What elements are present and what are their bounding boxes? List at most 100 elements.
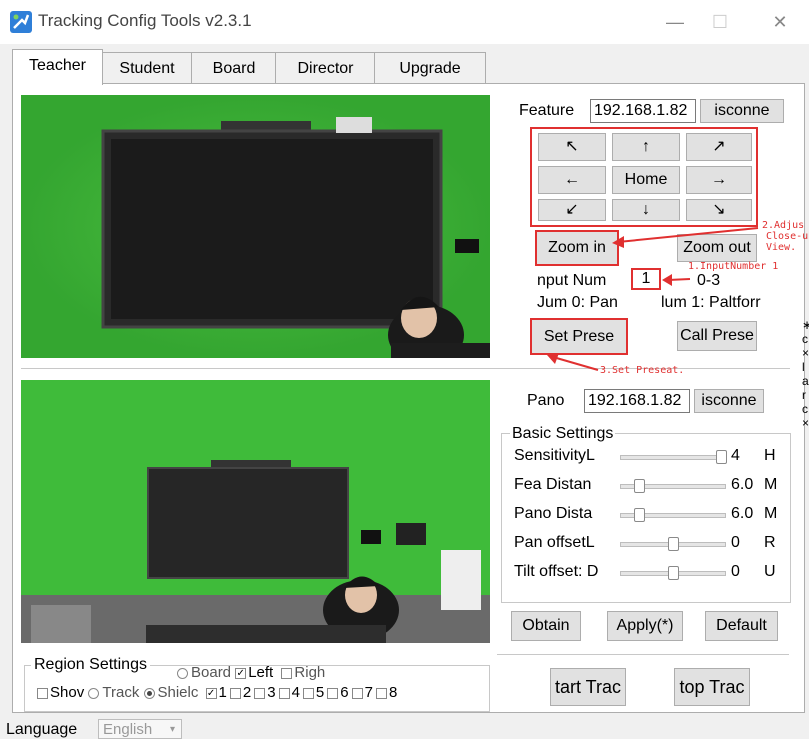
checkbox-icon (375, 687, 387, 699)
annotation-arrows (547, 227, 759, 371)
track-radio[interactable]: Track (88, 684, 139, 701)
edge-glyph: × (802, 416, 809, 430)
right-checkbox[interactable]: Righ (281, 664, 325, 681)
region-checkbox-2[interactable]: 2 (229, 684, 252, 701)
board-radio[interactable]: Board (177, 664, 231, 681)
shield-radio[interactable]: Shielc (143, 684, 199, 701)
slider-thumb[interactable] (634, 479, 646, 493)
region-number-checkboxes: ✓ 1 2 3 4 5 6 7 8 (203, 684, 398, 701)
region-number-label: 7 (364, 684, 373, 701)
setting-unit: R (764, 534, 776, 551)
basic-settings-title: Basic Settings (510, 425, 616, 443)
region-number-label: 8 (388, 684, 398, 701)
setting-slider[interactable] (620, 455, 726, 460)
language-select[interactable]: English ▾ (98, 719, 182, 739)
stop-tracking-button[interactable]: top Trac (674, 668, 750, 706)
region-number-label: 6 (340, 684, 349, 701)
default-button[interactable]: Default (705, 611, 778, 641)
language-value: English (103, 721, 153, 738)
region-number-label: 2 (242, 684, 252, 701)
left-checkbox[interactable]: ✓ Left (235, 664, 273, 681)
annotation-3: 3.Set Preseat. (600, 365, 685, 376)
radio-icon (177, 667, 188, 679)
pano-camera-view[interactable] (21, 380, 490, 643)
region-checkbox-3[interactable]: 3 (254, 684, 276, 701)
shield-label: Shielc (157, 684, 199, 701)
setting-label: SensitivityL (514, 447, 595, 464)
region-checkbox-5[interactable]: 5 (302, 684, 325, 701)
pano-label: Pano (527, 392, 565, 409)
arrow-preset (552, 356, 599, 371)
region-checkbox-7[interactable]: 7 (351, 684, 373, 701)
checkbox-checked-icon: ✓ (235, 667, 247, 679)
checkbox-icon (37, 687, 48, 699)
arrow-input-head (662, 274, 672, 286)
region-number-label: 1 (218, 684, 227, 701)
setting-value: 0 (731, 563, 740, 580)
region-checkbox-6[interactable]: 6 (327, 684, 349, 701)
setting-label: Pano Dista (514, 505, 593, 522)
setting-label: Tilt offset: D (514, 563, 599, 580)
checkbox-icon (281, 667, 293, 679)
pano-disconnect-button[interactable]: isconne (694, 389, 764, 413)
edge-glyph: a (802, 374, 809, 388)
chevron-down-icon: ▾ (169, 724, 175, 735)
show-label: Shov (50, 684, 85, 701)
region-number-label: 4 (291, 684, 300, 701)
checkbox-icon (254, 687, 266, 699)
region-number-label: 3 (267, 684, 276, 701)
arrow-zoom (617, 227, 759, 243)
slider-thumb[interactable] (716, 450, 727, 464)
tab-teacher[interactable]: Teacher (12, 49, 103, 85)
start-tracking-button[interactable]: tart Trac (550, 668, 626, 706)
language-label: Language (6, 721, 78, 738)
pano-ip-input[interactable]: 192.168.1.82 (584, 389, 690, 413)
edge-glyph: l (802, 360, 805, 374)
edge-glyph: c (802, 402, 808, 416)
checkbox-icon (278, 687, 290, 699)
checkbox-icon (327, 687, 339, 699)
apply-button[interactable]: Apply(*) (607, 611, 683, 641)
annotation-2-line3: View. (766, 242, 797, 253)
annotation-2-line2: Close-u (766, 231, 809, 242)
right-label: Righ (294, 664, 326, 681)
edge-glyph: × (802, 346, 809, 360)
checkbox-icon (229, 687, 241, 699)
edge-glyph: ∗ (802, 318, 809, 332)
edge-glyph: r (802, 388, 806, 402)
checkbox-checked-icon: ✓ (205, 687, 217, 699)
region-row-1: Board ✓ Left Righ (177, 664, 325, 681)
slider-thumb[interactable] (668, 566, 679, 580)
setting-value: 0 (731, 534, 740, 551)
slider-thumb[interactable] (634, 508, 646, 522)
setting-unit: U (764, 563, 776, 580)
region-settings-title: Region Settings (31, 656, 150, 674)
setting-label: Pan offsetL (514, 534, 595, 551)
region-checkbox-4[interactable]: 4 (278, 684, 300, 701)
bottom-divider (497, 654, 789, 655)
slider-thumb[interactable] (668, 537, 679, 551)
setting-label: Fea Distan (514, 476, 592, 493)
checkbox-icon (302, 687, 314, 699)
region-number-label: 5 (315, 684, 325, 701)
setting-unit: H (764, 447, 776, 464)
obtain-button[interactable]: Obtain (511, 611, 581, 641)
show-checkbox[interactable]: Shov (37, 684, 84, 701)
region-checkbox-8[interactable]: 8 (375, 684, 398, 701)
setting-unit: M (764, 505, 778, 522)
setting-value: 6.0 (731, 505, 754, 522)
track-label: Track (102, 684, 140, 701)
edge-glyph: c (802, 332, 808, 346)
radio-icon (88, 687, 100, 699)
right-edge-text: ∗ c × l a r c × (802, 318, 809, 430)
pano-camera-image (21, 380, 490, 643)
arrow-zoom-head (612, 236, 624, 248)
region-row-2: Shov Track Shielc ✓ 1 2 3 4 5 6 7 8 (37, 684, 483, 701)
setting-value: 6.0 (731, 476, 754, 493)
left-label: Left (248, 664, 274, 681)
radio-selected-icon (143, 687, 155, 699)
setting-unit: M (764, 476, 778, 493)
region-checkbox-1[interactable]: ✓ 1 (205, 684, 227, 701)
setting-value: 4 (731, 447, 740, 464)
checkbox-icon (351, 687, 363, 699)
